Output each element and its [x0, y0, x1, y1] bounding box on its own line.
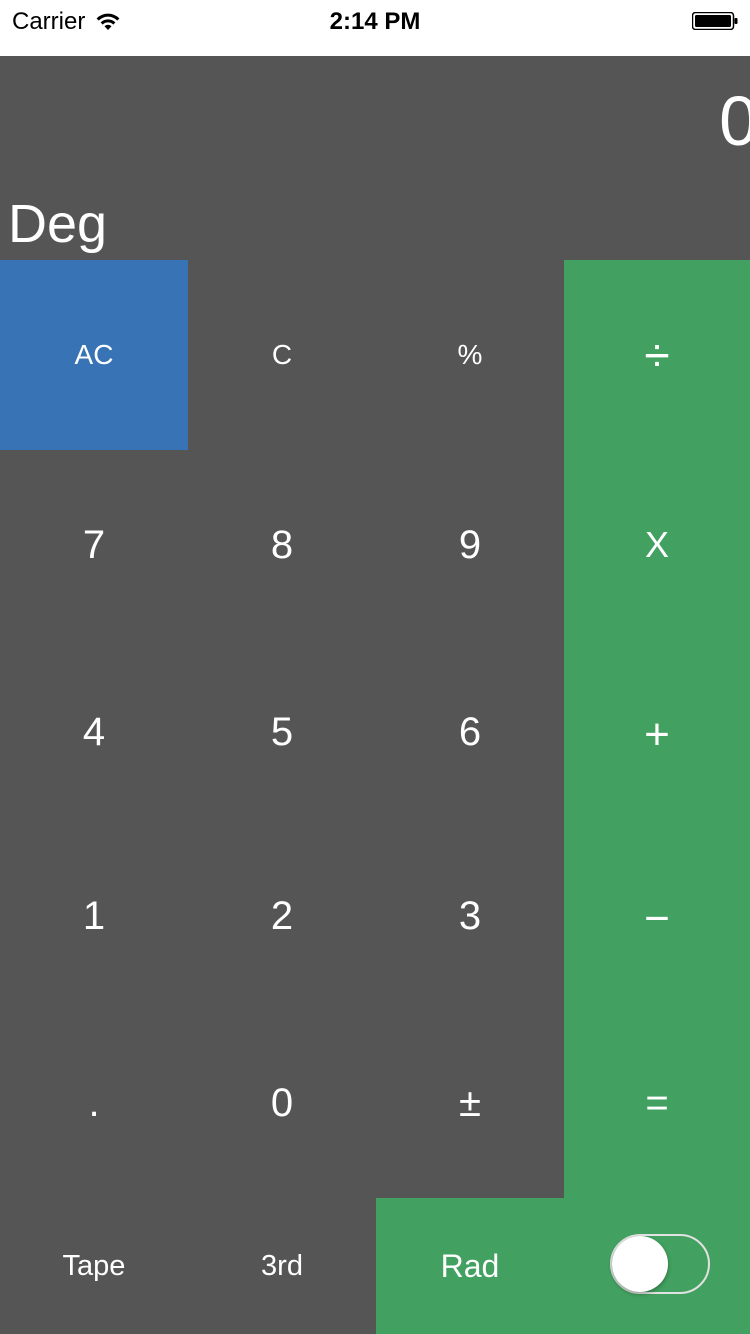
- digit-3-button[interactable]: 3: [376, 824, 564, 1008]
- toggle-knob[interactable]: [612, 1236, 668, 1292]
- battery-icon: [692, 12, 738, 30]
- equals-button[interactable]: =: [564, 1008, 750, 1198]
- digit-1-button[interactable]: 1: [0, 824, 188, 1008]
- status-time: 2:14 PM: [329, 8, 421, 35]
- digit-9-button[interactable]: 9: [376, 450, 564, 640]
- digit-4-button[interactable]: 4: [0, 640, 188, 824]
- digit-5-button[interactable]: 5: [188, 640, 376, 824]
- status-bar: Carrier 2:14 PM: [0, 0, 750, 56]
- digit-7-button[interactable]: 7: [0, 450, 188, 640]
- rad-toggle-switch[interactable]: [610, 1234, 710, 1294]
- clear-button[interactable]: C: [188, 260, 376, 450]
- digit-0-button[interactable]: 0: [188, 1008, 376, 1198]
- digit-8-button[interactable]: 8: [188, 450, 376, 640]
- plus-button[interactable]: +: [564, 640, 750, 830]
- plus-minus-button[interactable]: ±: [376, 1008, 564, 1198]
- all-clear-button[interactable]: AC: [0, 260, 188, 450]
- display-value: 0: [719, 82, 750, 160]
- digit-2-button[interactable]: 2: [188, 824, 376, 1008]
- divide-button[interactable]: ÷: [564, 260, 750, 450]
- third-button[interactable]: 3rd: [188, 1198, 376, 1334]
- rad-button[interactable]: Rad: [376, 1198, 564, 1334]
- tape-button[interactable]: Tape: [0, 1198, 188, 1334]
- digit-6-button[interactable]: 6: [376, 640, 564, 824]
- minus-button[interactable]: −: [564, 830, 750, 1008]
- rad-toggle-cell: [564, 1198, 750, 1334]
- angle-mode-label: Deg: [8, 194, 108, 254]
- calculator-display: 0 Deg: [0, 56, 750, 260]
- multiply-button[interactable]: X: [564, 450, 750, 640]
- decimal-button[interactable]: .: [0, 1008, 188, 1198]
- percent-button[interactable]: %: [376, 260, 564, 450]
